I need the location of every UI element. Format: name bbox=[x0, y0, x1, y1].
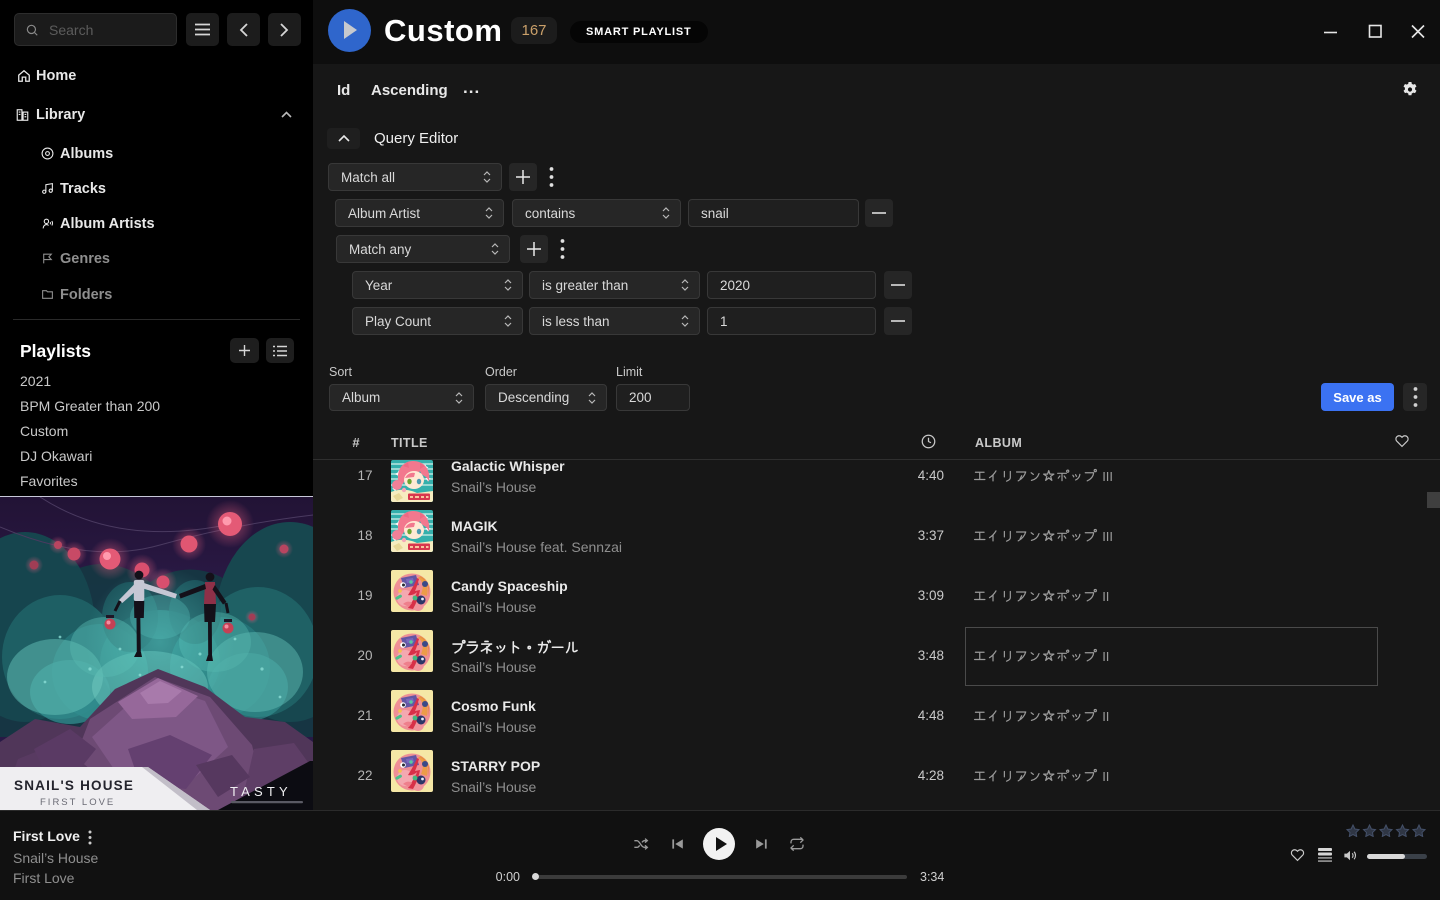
svg-text:III: III bbox=[1102, 529, 1113, 544]
svg-text:SNAIL'S HOUSE: SNAIL'S HOUSE bbox=[14, 778, 134, 793]
svg-text:III: III bbox=[1102, 469, 1113, 484]
svg-text:II: II bbox=[1102, 769, 1109, 784]
svg-text:II: II bbox=[1102, 589, 1109, 604]
svg-text:II: II bbox=[1102, 709, 1109, 724]
svg-text:FIRST LOVE: FIRST LOVE bbox=[40, 797, 115, 808]
svg-text:TASTY: TASTY bbox=[230, 784, 292, 799]
